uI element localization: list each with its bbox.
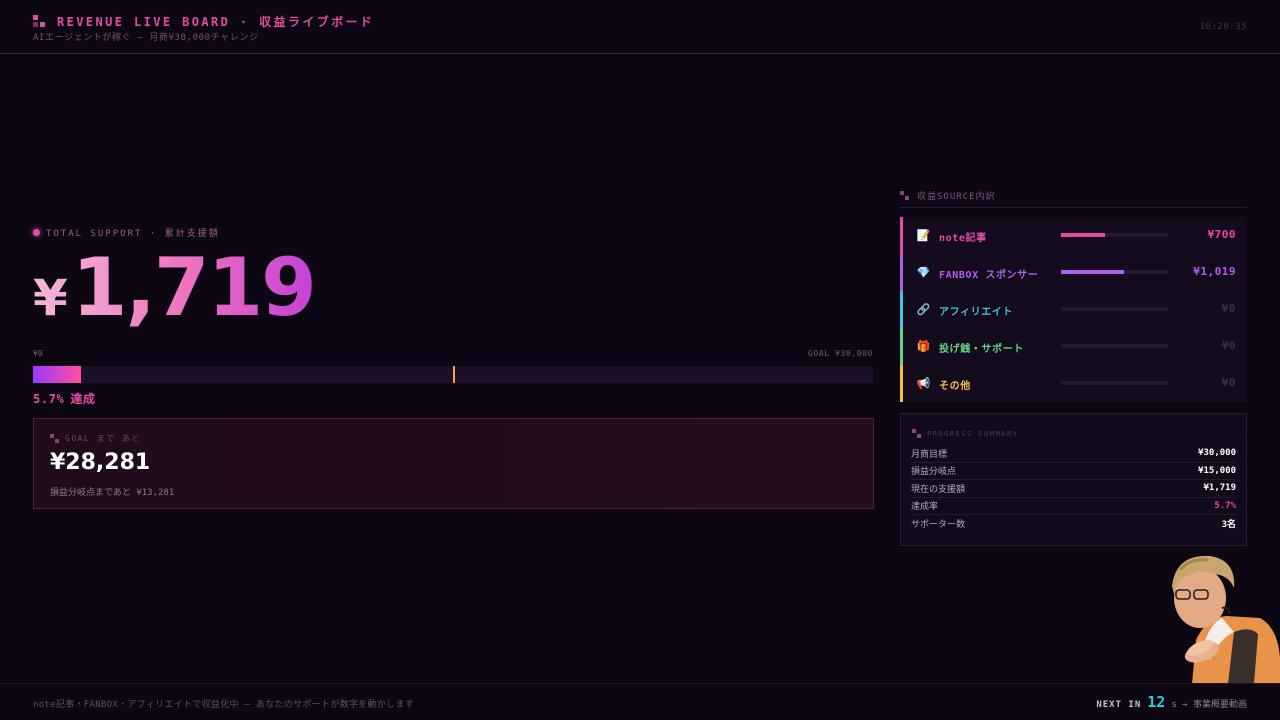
summary-label: 現在の支援額 xyxy=(911,484,966,495)
total-amount-value: 1,719 xyxy=(71,241,315,334)
source-value: ¥700 xyxy=(1207,228,1236,241)
progress-min-label: ¥0 xyxy=(33,349,43,358)
summary-label: 月商目標 xyxy=(911,449,948,460)
source-name: 投げ銭・サポート xyxy=(939,344,1024,355)
summary-label: 損益分岐点 xyxy=(911,467,957,478)
total-support-amount: ¥ 1,719 xyxy=(33,246,315,330)
source-share-fill xyxy=(1061,233,1105,237)
total-support-label-text: TOTAL SUPPORT · 累計支援額 xyxy=(46,229,220,239)
revenue-source-list: 📝 note記事 ¥700 💎 FANBOX スポンサー ¥1,019 🔗 アフィリエイト ¥0… xyxy=(900,217,1247,402)
summary-value: 3名 xyxy=(1221,520,1236,531)
source-share-bar xyxy=(1061,233,1168,237)
source-value: ¥0 xyxy=(1221,302,1236,315)
footer-bar: note記事・FANBOX・アフィリエイトで収益化中 — あなたのサポートが数字… xyxy=(0,683,1280,720)
source-name: note記事 xyxy=(939,233,987,244)
progress-summary-card: PROGRESS SUMMARY 月商目標 ¥30,000 損益分岐点 ¥15,000… xyxy=(900,413,1247,546)
board-title: REVENUE LIVE BOARD · 収益ライブボード xyxy=(57,15,375,29)
goal-remaining-label: GOAL まで あと xyxy=(50,433,141,444)
progress-goal-label: GOAL ¥30,000 xyxy=(808,349,873,358)
source-row: 📢 その他 ¥0 xyxy=(900,365,1247,402)
summary-row: サポーター数 3名 xyxy=(911,515,1236,533)
sources-title-text: 収益SOURCE内訳 xyxy=(917,192,996,202)
section-mark-icon xyxy=(900,191,909,200)
next-label: NEXT IN xyxy=(1096,700,1142,710)
breakeven-remaining-text: 損益分岐点まであと ¥13,281 xyxy=(50,488,175,498)
source-share-bar xyxy=(1061,381,1168,385)
goal-progress-fill xyxy=(33,366,81,383)
source-share-bar xyxy=(1061,307,1168,311)
webcam-overlay xyxy=(1172,555,1280,684)
link-icon: 🔗 xyxy=(916,303,931,316)
summary-row: 損益分岐点 ¥15,000 xyxy=(911,463,1236,480)
megaphone-icon: 📢 xyxy=(916,377,931,390)
board-subtitle: AIエージェントが稼ぐ — 月商¥30,000チャレンジ xyxy=(33,33,259,43)
goal-progress-bar xyxy=(33,366,873,383)
source-row: 🔗 アフィリエイト ¥0 xyxy=(900,291,1247,328)
brand-logo-icon xyxy=(33,15,45,27)
sources-divider xyxy=(900,207,1247,208)
gem-icon: 💎 xyxy=(916,266,931,279)
goal-remaining-card: GOAL まで あと ¥28,281 損益分岐点まであと ¥13,281 xyxy=(33,418,874,509)
clock-readout: 16:28:35 xyxy=(1199,22,1247,32)
next-suffix: s → 事業概要動画 xyxy=(1171,700,1247,710)
progress-percent: 5.7% 達成 xyxy=(33,390,96,407)
summary-title-text: PROGRESS SUMMARY xyxy=(927,429,1019,438)
progress-percent-value: 5.7% xyxy=(33,392,65,406)
next-countdown: NEXT IN 12 s → 事業概要動画 xyxy=(1096,693,1247,711)
currency-symbol: ¥ xyxy=(33,269,68,327)
summary-row: 達成率 5.7% xyxy=(911,498,1236,515)
source-share-bar xyxy=(1061,270,1168,274)
progress-achieved-text: 達成 xyxy=(70,392,96,406)
source-row: 📝 note記事 ¥700 xyxy=(900,217,1247,254)
next-seconds: 12 xyxy=(1147,693,1166,711)
source-row: 🎁 投げ銭・サポート ¥0 xyxy=(900,328,1247,365)
header-bar: REVENUE LIVE BOARD · 収益ライブボード AIエージェントが稼… xyxy=(0,0,1280,54)
summary-value: 5.7% xyxy=(1214,500,1236,511)
summary-row: 月商目標 ¥30,000 xyxy=(911,445,1236,463)
gift-icon: 🎁 xyxy=(916,340,931,353)
summary-label: 達成率 xyxy=(911,502,939,513)
summary-rows: 月商目標 ¥30,000 損益分岐点 ¥15,000 現在の支援額 ¥1,719 達成率 5.… xyxy=(911,445,1236,533)
section-mark-icon xyxy=(50,434,59,443)
breakeven-marker xyxy=(453,366,455,383)
summary-value: ¥15,000 xyxy=(1198,465,1236,476)
source-name: その他 xyxy=(939,381,971,392)
memo-icon: 📝 xyxy=(916,229,931,242)
summary-value: ¥30,000 xyxy=(1198,448,1236,459)
summary-value: ¥1,719 xyxy=(1203,483,1236,494)
summary-row: 現在の支援額 ¥1,719 xyxy=(911,480,1236,498)
source-value: ¥0 xyxy=(1221,376,1236,389)
source-value: ¥1,019 xyxy=(1193,265,1236,278)
source-name: FANBOX スポンサー xyxy=(939,270,1039,281)
section-mark-icon xyxy=(912,429,921,438)
source-share-fill xyxy=(1061,270,1125,274)
goal-remaining-label-text: GOAL まで あと xyxy=(65,434,141,443)
goal-remaining-amount: ¥28,281 xyxy=(50,450,151,475)
summary-label: サポーター数 xyxy=(911,520,966,531)
footer-ticker: note記事・FANBOX・アフィリエイトで収益化中 — あなたのサポートが数字… xyxy=(33,700,415,710)
total-support-label: TOTAL SUPPORT · 累計支援額 xyxy=(33,226,220,239)
source-row: 💎 FANBOX スポンサー ¥1,019 xyxy=(900,254,1247,291)
source-value: ¥0 xyxy=(1221,339,1236,352)
source-share-bar xyxy=(1061,344,1168,348)
live-dot-icon xyxy=(33,229,40,236)
source-name: アフィリエイト xyxy=(939,307,1013,318)
summary-title: PROGRESS SUMMARY xyxy=(912,429,1018,438)
sources-title: 収益SOURCE内訳 xyxy=(900,189,996,202)
